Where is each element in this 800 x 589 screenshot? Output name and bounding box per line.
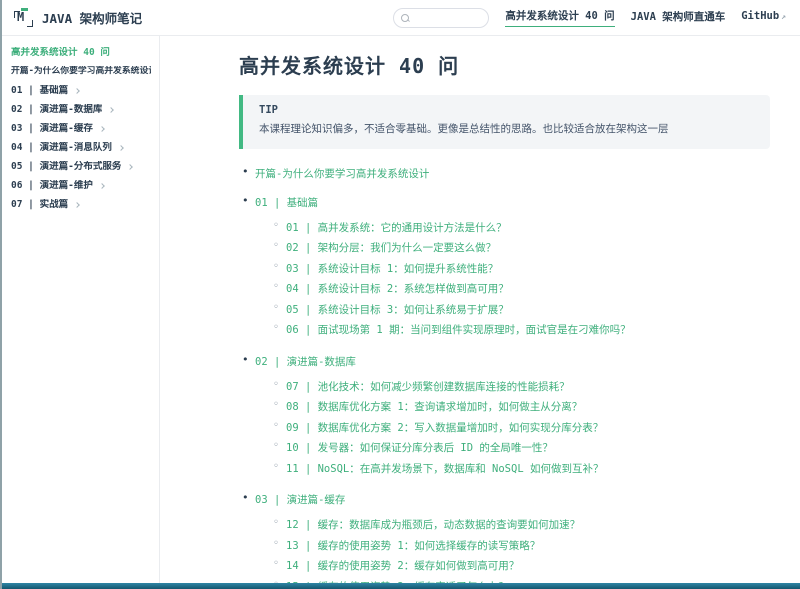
toc-sublist: 01 | 高并发系统：它的通用设计方法是什么？ 02 | 架构分层：我们为什么一定… [255,217,770,340]
tip-box: TIP 本课程理论知识偏多，不适合零基础。更像是总结性的思路。也比较适合放在架构… [239,95,770,149]
nav-link[interactable]: GitHub↗ [741,10,786,25]
external-link-icon: ↗ [781,12,786,21]
toc-subitem: 12 | 缓存：数据库成为瓶颈后，动态数据的查询要如何加速？ [273,514,770,535]
chevron-right-icon [74,88,80,94]
toc-link[interactable]: 开篇-为什么你要学习高并发系统设计 [255,168,429,180]
site-title[interactable]: JAVA 架构师笔记 [42,8,142,27]
toc-sublink[interactable]: 02 | 架构分层：我们为什么一定要这么做？ [286,242,496,254]
sidebar-item[interactable]: 高并发系统设计 40 问 [2,43,159,62]
sidebar-item-label: 05 | 演进篇-分布式服务 [11,161,121,172]
search-box[interactable] [393,8,489,28]
tip-text: 本课程理论知识偏多，不适合零基础。更像是总结性的思路。也比较适合放在架构这一层 [259,122,754,138]
toc-sublink[interactable]: 03 | 系统设计目标 1：如何提升系统性能？ [286,263,498,275]
chevron-right-icon [74,202,80,208]
toc-sublink[interactable]: 01 | 高并发系统：它的通用设计方法是什么？ [286,222,507,234]
sidebar-item-label: 01 | 基础篇 [11,85,68,96]
chevron-right-icon [108,107,114,113]
sidebar-item[interactable]: 02 | 演进篇-数据库 [2,100,159,119]
sidebar-item[interactable]: 06 | 演进篇-维护 [2,176,159,195]
toc-subitem: 05 | 系统设计目标 3：如何让系统易于扩展？ [273,299,770,320]
toc-subitem: 09 | 数据库优化方案 2：写入数据量增加时，如何实现分库分表？ [273,417,770,438]
main-content: 高并发系统设计 40 问 TIP 本课程理论知识偏多，不适合零基础。更像是总结性… [161,36,800,583]
sidebar-item-label: 高并发系统设计 40 问 [11,47,110,58]
nav: 高并发系统设计 40 问 JAVA 架构师直通车 GitHub↗ [505,8,786,27]
toc-subitem: 04 | 系统设计目标 2：系统怎样做到高可用？ [273,278,770,299]
toc-sublink[interactable]: 12 | 缓存：数据库成为瓶颈后，动态数据的查询要如何加速？ [286,519,580,531]
toc-subitem: 13 | 缓存的使用姿势 1：如何选择缓存的读写策略？ [273,535,770,556]
sidebar-item-label: 03 | 演进篇-缓存 [11,123,93,134]
toc-subitem: 15 | 缓存的使用姿势 3：缓存穿透了怎么办？ [273,576,770,583]
toc-link[interactable]: 03 | 演进篇-缓存 [255,494,345,506]
chevron-right-icon [118,145,124,151]
window-bottom-border [2,583,800,589]
toc-sublink[interactable]: 05 | 系统设计目标 3：如何让系统易于扩展？ [286,304,509,316]
toc-sublink[interactable]: 08 | 数据库优化方案 1：查询请求增加时，如何做主从分离？ [286,401,582,413]
toc-subitem: 01 | 高并发系统：它的通用设计方法是什么？ [273,217,770,238]
toc-sublink[interactable]: 09 | 数据库优化方案 2：写入数据量增加时，如何实现分库分表？ [286,422,603,434]
toc-sublink[interactable]: 10 | 发号器：如何保证分库分表后 ID 的全局唯一性？ [286,442,553,454]
toc-group: 01 | 基础篇 01 | 高并发系统：它的通用设计方法是什么？ 02 | 架构分层… [241,192,770,340]
logo-letter: M [17,10,24,24]
toc-subitem: 06 | 面试现场第 1 期：当问到组件实现原理时，面试官是在刁难你吗？ [273,319,770,340]
sidebar-item-label: 04 | 演进篇-消息队列 [11,142,112,153]
sidebar-item[interactable]: 05 | 演进篇-分布式服务 [2,157,159,176]
toc-group: 开篇-为什么你要学习高并发系统设计 [241,163,770,183]
app-window: M JAVA 架构师笔记 高并发系统设计 40 问 JAVA 架构师直通车 GitH… [0,0,800,589]
page-title: 高并发系统设计 40 问 [239,50,770,79]
sidebar-item-label: 02 | 演进篇-数据库 [11,104,102,115]
sidebar-item-label: 06 | 演进篇-维护 [11,180,93,191]
chevron-right-icon [99,183,105,189]
sidebar-item[interactable]: 07 | 实战篇 [2,195,159,214]
nav-link[interactable]: 高并发系统设计 40 问 [505,8,614,27]
toc-group: 03 | 演进篇-缓存 12 | 缓存：数据库成为瓶颈后，动态数据的查询要如何加速… [241,489,770,583]
toc-link[interactable]: 02 | 演进篇-数据库 [255,356,356,368]
toc-subitem: 02 | 架构分层：我们为什么一定要这么做？ [273,237,770,258]
sidebar-item[interactable]: 04 | 演进篇-消息队列 [2,138,159,157]
toc-sublink[interactable]: 13 | 缓存的使用姿势 1：如何选择缓存的读写策略？ [286,540,540,552]
site-logo-icon[interactable]: M [14,8,33,27]
search-icon [400,13,410,23]
toc-group: 02 | 演进篇-数据库 07 | 池化技术：如何减少频繁创建数据库连接的性能损耗… [241,351,770,479]
sidebar-item[interactable]: 01 | 基础篇 [2,81,159,100]
top-navbar: M JAVA 架构师笔记 高并发系统设计 40 问 JAVA 架构师直通车 GitH… [2,0,800,36]
chevron-right-icon [127,164,133,170]
toc-subitem: 10 | 发号器：如何保证分库分表后 ID 的全局唯一性？ [273,437,770,458]
toc-sublist: 07 | 池化技术：如何减少频繁创建数据库连接的性能损耗？ 08 | 数据库优化方… [255,376,770,479]
toc-sublink[interactable]: 11 | NoSQL：在高并发场景下，数据库和 NoSQL 如何做到互补？ [286,463,603,475]
toc-sublink[interactable]: 14 | 缓存的使用姿势 2：缓存如何做到高可用？ [286,560,519,572]
tip-label: TIP [259,104,754,116]
toc-subitem: 07 | 池化技术：如何减少频繁创建数据库连接的性能损耗？ [273,376,770,397]
toc-subitem: 08 | 数据库优化方案 1：查询请求增加时，如何做主从分离？ [273,396,770,417]
toc-list: 开篇-为什么你要学习高并发系统设计 01 | 基础篇 01 | 高并发系统：它的通用… [239,163,770,583]
toc-sublist: 12 | 缓存：数据库成为瓶颈后，动态数据的查询要如何加速？ 13 | 缓存的使用… [255,514,770,583]
toc-link[interactable]: 01 | 基础篇 [255,197,318,209]
sidebar-item-label: 07 | 实战篇 [11,199,68,210]
toc-subitem: 14 | 缓存的使用姿势 2：缓存如何做到高可用？ [273,555,770,576]
sidebar-item[interactable]: 03 | 演进篇-缓存 [2,119,159,138]
toc-sublink[interactable]: 04 | 系统设计目标 2：系统怎样做到高可用？ [286,283,509,295]
toc-subitem: 11 | NoSQL：在高并发场景下，数据库和 NoSQL 如何做到互补？ [273,458,770,479]
toc-sublink[interactable]: 06 | 面试现场第 1 期：当问到组件实现原理时，面试官是在刁难你吗？ [286,324,631,336]
toc-sublink[interactable]: 07 | 池化技术：如何减少频繁创建数据库连接的性能损耗？ [286,381,570,393]
sidebar-item[interactable]: 开篇-为什么你要学习高并发系统设计 [2,62,159,81]
sidebar-item-label: 开篇-为什么你要学习高并发系统设计 [11,66,151,77]
toc-subitem: 03 | 系统设计目标 1：如何提升系统性能？ [273,258,770,279]
chevron-right-icon [99,126,105,132]
sidebar: 高并发系统设计 40 问开篇-为什么你要学习高并发系统设计 01 | 基础篇 02 … [2,36,160,583]
search-input[interactable] [414,12,484,23]
nav-link[interactable]: JAVA 架构师直通车 [631,9,726,27]
